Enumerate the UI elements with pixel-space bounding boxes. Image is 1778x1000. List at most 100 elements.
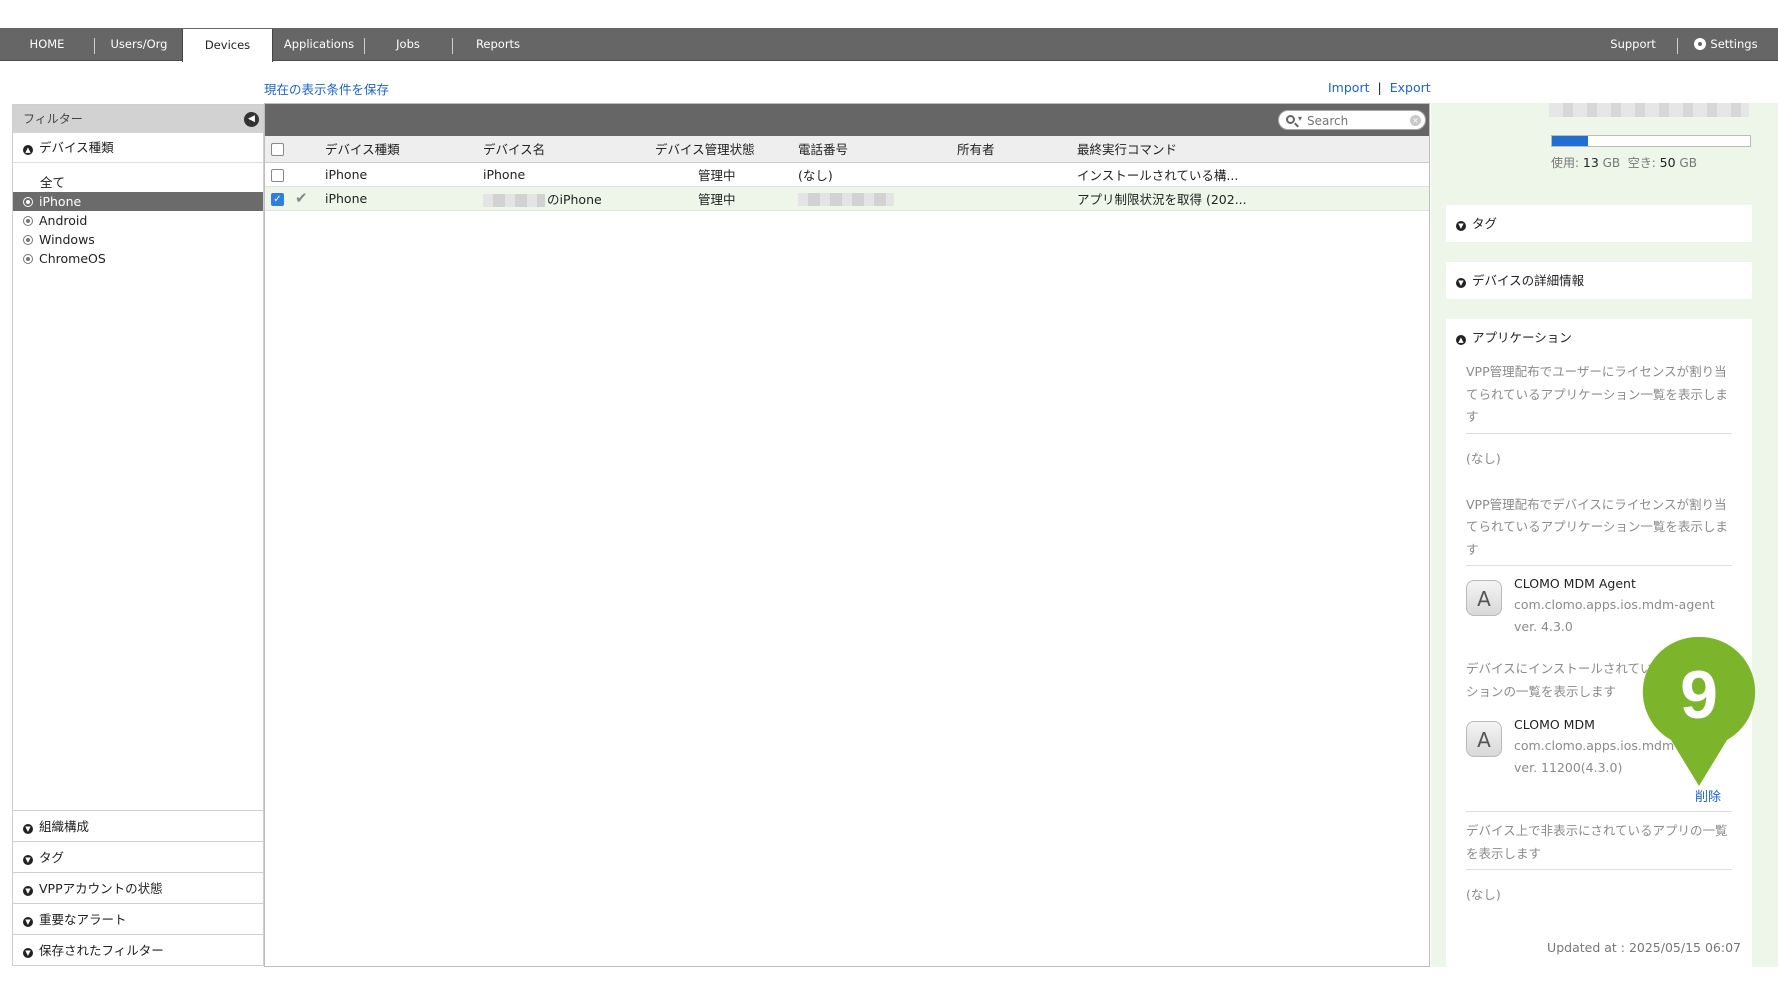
last-command-cell: インストールされている構... [1077,162,1429,187]
callout-number: 9 [1680,657,1718,733]
device-name-cell: のiPhone [483,186,655,211]
device-details-card: ▼ デバイスの詳細情報 [1446,262,1752,299]
table-header-row: デバイス種類 デバイス名 デバイス管理状態 電話番号 所有者 最終実行コマンド [265,136,1429,163]
import-link[interactable]: Import [1328,80,1370,95]
device-type-windows[interactable]: Windows [13,230,263,249]
phone-number-cell: (なし) [798,162,957,187]
column-header[interactable]: 電話番号 [798,136,957,163]
top-nav: HOME Users/Org Devices Applications Jobs… [0,28,1778,62]
table-row[interactable]: ✓ ✔ iPhone のiPhone 管理中 アプリ制限状況を取得 (202..… [265,186,1429,211]
tab-jobs[interactable]: Jobs [365,28,451,61]
column-header[interactable]: デバイス名 [483,136,655,163]
search-icon [1286,115,1295,124]
select-all-checkbox[interactable] [271,143,284,157]
row-status-cell [295,162,325,187]
clear-icon[interactable]: × [1410,115,1421,126]
radio-icon [23,235,33,245]
collapse-sidebar-icon[interactable]: ◀ [244,112,259,127]
tab-devices[interactable]: Devices [182,29,273,62]
org-structure-section[interactable]: ▼ 組織構成 [13,810,263,841]
redacted-text [798,192,894,206]
device-type-label: ChromeOS [39,251,106,266]
save-view-link[interactable]: 現在の表示条件を保存 [264,79,389,98]
chevron-down-icon: ▼ [23,948,33,958]
device-type-section[interactable]: ▲ デバイス種類 [13,133,263,163]
tab-home[interactable]: HOME [0,28,94,61]
app-version: ver. 4.3.0 [1514,619,1573,634]
row-checkbox[interactable] [271,168,284,182]
row-checkbox-cell [265,162,295,187]
app-store-icon: A [1466,580,1502,616]
search-box[interactable]: ▾ × [1278,110,1426,130]
section-label: 重要なアラート [39,912,127,927]
radio-icon [23,197,33,207]
owner-cell [957,162,1077,187]
filter-title: フィルター [23,112,83,126]
section-label: 保存されたフィルター [39,943,164,958]
device-table: デバイス種類 デバイス名 デバイス管理状態 電話番号 所有者 最終実行コマンド … [265,136,1429,211]
applications-section-header[interactable]: ▲ アプリケーション [1446,319,1752,356]
device-type-cell: iPhone [325,162,483,187]
critical-alert-section[interactable]: ▼ 重要なアラート [13,903,263,934]
device-table-panel: ▾ × デバイス種類 デバイス名 デバイス管理状態 電話番号 所有者 最終実行コ… [264,103,1430,967]
device-type-label: Android [39,213,88,228]
column-header[interactable]: 最終実行コマンド [1077,136,1429,163]
device-details-section-header[interactable]: ▼ デバイスの詳細情報 [1446,262,1752,299]
column-header[interactable]: デバイス管理状態 [655,136,798,163]
support-link[interactable]: Support [1596,28,1670,61]
device-detail-panel: 使用: 13 GB 空き: 50 GB ▼ タグ ▼ デバイスの詳細情報 ▲ アプリケ… [1431,103,1778,967]
section-label: タグ [39,850,65,865]
vpp-account-section[interactable]: ▼ VPPアカウントの状態 [13,872,263,903]
phone-number-cell [798,186,957,211]
storage-used-label: 使用: [1551,156,1580,170]
settings-link[interactable]: Settings [1686,28,1766,61]
check-icon: ✔ [295,189,308,207]
device-type-iphone[interactable]: iPhone [13,192,263,211]
import-export-links: Import | Export [1328,80,1431,95]
device-type-chromeos[interactable]: ChromeOS [13,249,263,268]
storage-used-value: 13 [1582,155,1599,170]
device-name-text: のiPhone [547,191,602,207]
chevron-up-icon: ▲ [1456,335,1466,345]
radio-icon [23,254,33,264]
search-input[interactable] [1307,113,1403,128]
updated-at: Updated at : 2025/05/15 06:07 [1547,940,1741,955]
chevron-up-icon: ▲ [23,145,33,155]
row-checkbox[interactable]: ✓ [271,192,284,206]
hidden-apps-empty: (なし) [1466,887,1501,902]
column-header[interactable]: デバイス種類 [325,136,483,163]
owner-cell [957,186,1077,211]
export-link[interactable]: Export [1390,80,1431,95]
device-name-cell: iPhone [483,162,655,187]
tab-users-org[interactable]: Users/Org [95,28,183,61]
storage-free-value: 50 [1659,155,1676,170]
storage-usage-text: 使用: 13 GB 空き: 50 GB [1551,154,1697,171]
user-vpp-empty: (なし) [1466,450,1501,466]
table-toolbar: ▾ × [265,104,1429,136]
tab-reports[interactable]: Reports [453,28,543,61]
section-label: 組織構成 [39,819,90,834]
nav-separator [1677,38,1678,54]
tags-section-header[interactable]: ▼ タグ [1446,205,1752,242]
filter-sidebar: フィルター ◀ ▲ デバイス種類 全て iPhone Android Window… [12,104,264,966]
saved-filter-section[interactable]: ▼ 保存されたフィルター [13,934,263,965]
device-type-android[interactable]: Android [13,211,263,230]
device-type-cell: iPhone [325,186,483,211]
row-checkbox-cell: ✓ [265,186,295,211]
device-vpp-app-item: A CLOMO MDM Agent com.clomo.apps.ios.mdm… [1466,566,1732,644]
chevron-down-icon[interactable]: ▾ [1298,114,1302,123]
settings-label: Settings [1710,37,1758,51]
tags-section-label: タグ [1472,216,1498,231]
chevron-down-icon: ▼ [23,886,33,896]
device-type-all[interactable]: 全て [13,172,263,192]
storage-usage-bar [1551,135,1751,147]
hidden-apps-description: デバイス上で非表示にされているアプリの一覧を表示します [1466,811,1732,870]
chevron-down-icon: ▼ [23,917,33,927]
table-row[interactable]: iPhone iPhone 管理中 (なし) インストールされている構... [265,162,1429,187]
tag-section[interactable]: ▼ タグ [13,841,263,872]
tags-card: ▼ タグ [1446,205,1752,242]
applications-section-label: アプリケーション [1472,330,1572,345]
storage-usage-fill [1552,136,1588,146]
column-header[interactable]: 所有者 [957,136,1077,163]
tab-applications[interactable]: Applications [274,28,364,61]
